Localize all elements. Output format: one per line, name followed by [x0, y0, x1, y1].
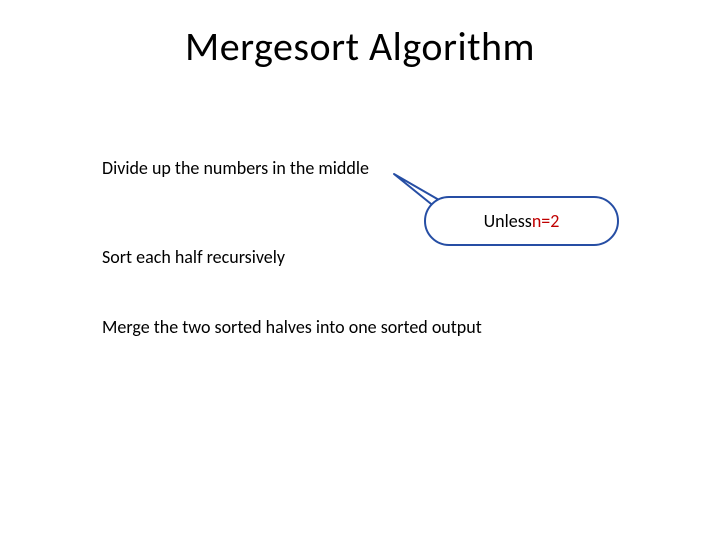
slide: Mergesort Algorithm Divide up the number…: [0, 0, 720, 540]
callout-body: Unless n=2: [424, 196, 619, 246]
step-merge: Merge the two sorted halves into one sor…: [102, 316, 482, 338]
step-divide: Divide up the numbers in the middle: [102, 157, 369, 179]
step-sort: Sort each half recursively: [102, 246, 285, 268]
callout-unless: Unless n=2: [424, 196, 619, 246]
callout-text-highlight: n=2: [532, 210, 560, 232]
callout-text-prefix: Unless: [484, 210, 532, 232]
slide-title: Mergesort Algorithm: [0, 22, 720, 71]
